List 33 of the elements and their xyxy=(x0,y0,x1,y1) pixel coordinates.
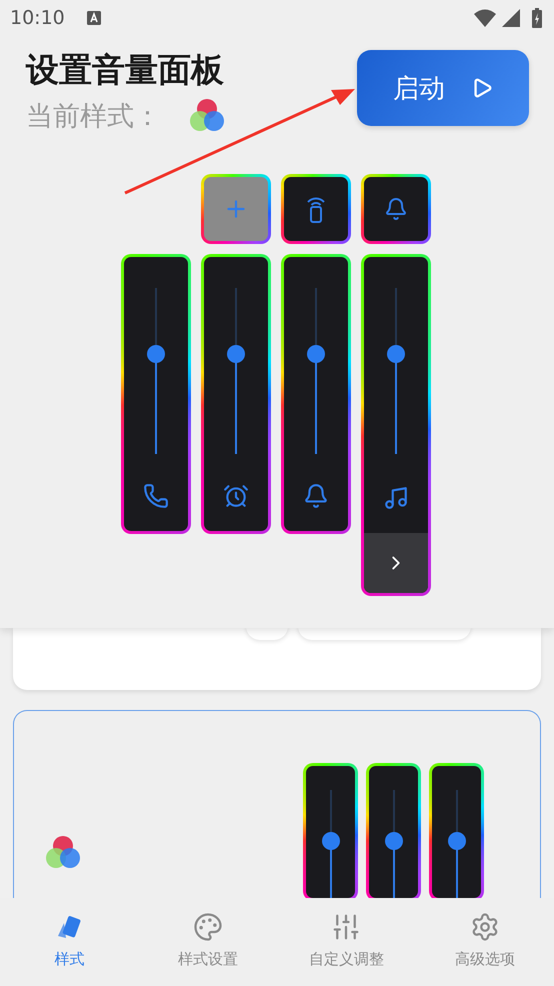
add-button[interactable] xyxy=(201,174,271,244)
status-time: 10:10 xyxy=(10,7,65,29)
bell-icon xyxy=(303,483,329,509)
nav-tab[interactable]: 自定义调整 xyxy=(277,898,416,986)
slider-thumb[interactable] xyxy=(322,832,340,850)
slider-thumb[interactable] xyxy=(227,345,245,364)
style-card[interactable] xyxy=(13,710,541,899)
slider-thumb[interactable] xyxy=(448,832,466,850)
phone-icon xyxy=(143,483,169,509)
rgb-icon xyxy=(45,835,81,871)
slider-thumb[interactable] xyxy=(387,345,405,364)
nav-tab[interactable]: 样式设置 xyxy=(138,898,277,986)
alarm-clock-icon xyxy=(223,483,249,509)
sliders-icon xyxy=(331,912,362,942)
wifi-icon xyxy=(474,9,496,27)
page-title: 设置音量面板 xyxy=(26,50,225,90)
battery-icon xyxy=(532,8,542,28)
signal-icon xyxy=(502,9,520,27)
slider-thumb[interactable] xyxy=(147,345,165,364)
style-label: 当前样式： xyxy=(26,100,161,134)
settings-icon xyxy=(470,912,500,942)
rgb-icon xyxy=(189,98,225,134)
nav-tab[interactable]: 高级选项 xyxy=(416,898,554,986)
nav-tab[interactable]: 样式 xyxy=(0,898,138,986)
quick-button[interactable] xyxy=(361,174,431,244)
start-button[interactable]: 启动 xyxy=(357,50,529,126)
notification-icon xyxy=(86,11,101,25)
palette-icon xyxy=(192,912,223,942)
slider-thumb[interactable] xyxy=(384,832,402,850)
quick-button[interactable] xyxy=(281,174,351,244)
music-note-icon xyxy=(383,485,409,511)
bell-icon xyxy=(384,197,408,221)
slider-thumb[interactable] xyxy=(307,345,325,364)
